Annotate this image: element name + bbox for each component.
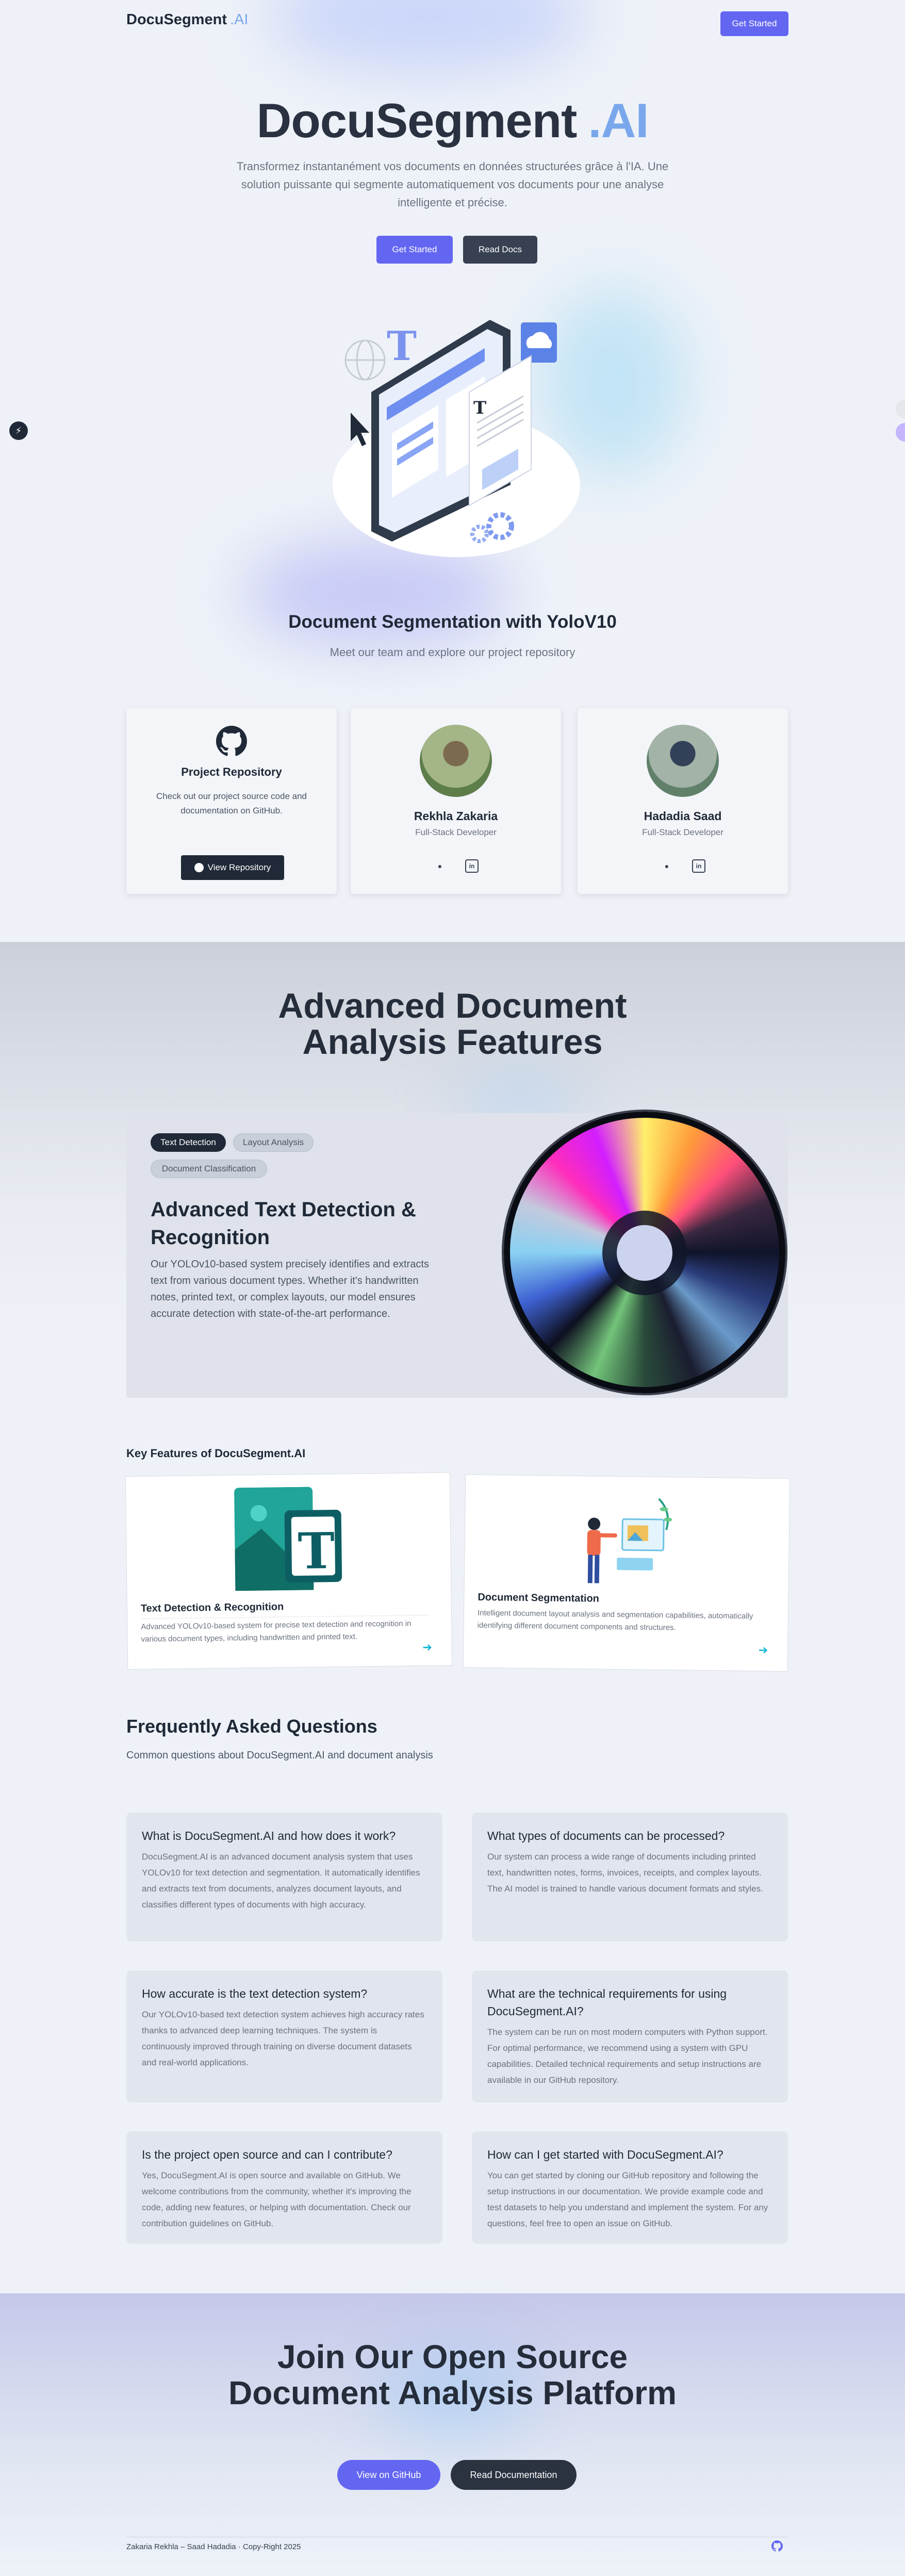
faq-answer: Our YOLOv10-based text detection system … — [142, 2010, 424, 2067]
faq-item[interactable]: What are the technical requirements for … — [472, 1970, 788, 2102]
brand-suffix: .AI — [229, 11, 249, 28]
view-repository-button[interactable]: View Repository — [181, 855, 284, 880]
arrow-right-icon[interactable]: ➔ — [422, 1641, 432, 1654]
side-tab-icon[interactable] — [896, 423, 905, 442]
header-get-started-button[interactable]: Get Started — [720, 11, 788, 36]
member-name: Hadadia Saad — [644, 809, 722, 823]
tab-text-detection[interactable]: Text Detection — [151, 1133, 226, 1152]
key-features-title: Key Features of DocuSegment.AI — [126, 1447, 306, 1460]
faq-item[interactable]: What is DocuSegment.AI and how does it w… — [126, 1813, 442, 1942]
team-member-card: Hadadia Saad Full-Stack Developer ● in — [578, 708, 788, 894]
document-illustration: T T — [333, 320, 580, 557]
brand-name: DocuSegment — [126, 11, 227, 28]
linkedin-icon[interactable]: in — [465, 859, 479, 873]
text-document-icon: T — [234, 1487, 342, 1591]
faq-question: How can I get started with DocuSegment.A… — [487, 2148, 723, 2161]
faq-question: What is DocuSegment.AI and how does it w… — [142, 1829, 396, 1843]
view-repository-label: View Repository — [207, 862, 271, 872]
faq-item[interactable]: How accurate is the text detection syste… — [126, 1970, 442, 2102]
feature-description: Our YOLOv10-based system precisely ident… — [151, 1259, 429, 1319]
faq-subtitle: Common questions about DocuSegment.AI an… — [126, 1750, 433, 1761]
hero-subtitle: Transformez instantanément vos documents… — [236, 160, 669, 209]
key-feature-description: Intelligent document layout analysis and… — [477, 1608, 753, 1633]
repo-card-title: Project Repository — [181, 765, 282, 778]
github-icon — [194, 863, 204, 872]
features-title-line2: Analysis Features — [302, 1022, 603, 1062]
hero-title-suffix: .AI — [588, 93, 649, 148]
features-title: Advanced Document Analysis Features — [0, 988, 905, 1060]
cta-title-line1: Join Our Open Source — [277, 2338, 628, 2375]
view-on-github-button[interactable]: View on GitHub — [337, 2460, 440, 2490]
faq-question: What types of documents can be processed… — [487, 1829, 725, 1843]
side-tab-icon[interactable] — [896, 400, 905, 418]
faq-item[interactable]: How can I get started with DocuSegment.A… — [472, 2131, 788, 2244]
key-feature-title: Text Detection & Recognition — [140, 1601, 284, 1615]
member-name: Rekhla Zakaria — [414, 809, 498, 823]
member-role: Full-Stack Developer — [642, 827, 723, 837]
footer-copyright: Zakaria Rekhla – Saad Hadadia · Copy-Rig… — [126, 2542, 301, 2551]
cta-title: Join Our Open Source Document Analysis P… — [0, 2339, 905, 2411]
team-section-title: Document Segmentation with YoloV10 — [288, 612, 617, 632]
faq-answer: DocuSegment.AI is an advanced document a… — [142, 1852, 420, 1910]
faq-question: Is the project open source and can I con… — [142, 2148, 392, 2161]
key-feature-title: Document Segmentation — [478, 1591, 600, 1605]
repo-card-description: Check out our project source code and do… — [156, 791, 307, 816]
text-t-icon: T — [387, 323, 417, 370]
key-feature-description: Advanced YOLOv10-based system for precis… — [141, 1615, 430, 1646]
tab-document-classification[interactable]: Document Classification — [151, 1160, 267, 1178]
hero-get-started-button[interactable]: Get Started — [376, 236, 453, 264]
faq-answer: Yes, DocuSegment.AI is open source and a… — [142, 2171, 412, 2228]
tab-layout-analysis[interactable]: Layout Analysis — [233, 1133, 314, 1152]
key-feature-card[interactable]: Document Segmentation Intelligent docume… — [463, 1474, 791, 1672]
faq-item[interactable]: Is the project open source and can I con… — [126, 2131, 442, 2244]
member-role: Full-Stack Developer — [415, 827, 497, 837]
side-widget-icon[interactable]: ⚡ — [9, 421, 28, 440]
avatar — [647, 725, 719, 797]
faq-answer: Our system can process a wide range of d… — [487, 1852, 763, 1894]
faq-item[interactable]: What types of documents can be processed… — [472, 1813, 788, 1942]
svg-text:T: T — [298, 1522, 335, 1580]
hero-title-main: DocuSegment — [256, 93, 577, 148]
key-feature-card[interactable]: T Text Detection & Recognition Advanced … — [125, 1472, 453, 1670]
globe-icon — [344, 339, 386, 381]
cta-section — [0, 2293, 905, 2576]
team-member-card: Rekhla Zakaria Full-Stack Developer ● in — [351, 708, 561, 894]
github-icon[interactable] — [771, 2540, 783, 2552]
cta-title-line2: Document Analysis Platform — [228, 2374, 677, 2411]
cloud-upload-icon — [521, 322, 557, 363]
faq-answer: You can get started by cloning our GitHu… — [487, 2171, 768, 2228]
github-icon — [216, 726, 247, 756]
faq-question: What are the technical requirements for … — [487, 1987, 727, 2018]
features-title-line1: Advanced Document — [278, 986, 627, 1025]
social-links: ● in — [351, 859, 561, 873]
brand-logo[interactable]: DocuSegment .AI — [126, 11, 248, 28]
read-documentation-button[interactable]: Read Documentation — [451, 2460, 577, 2490]
svg-text:T: T — [473, 398, 486, 418]
segmentation-illustration — [587, 1498, 672, 1584]
linkedin-icon[interactable]: in — [692, 859, 705, 873]
arrow-right-icon[interactable]: ➔ — [759, 1643, 768, 1657]
top-nav: DocuSegment .AI Get Started — [0, 0, 905, 43]
faq-question: How accurate is the text detection syste… — [142, 1987, 368, 2000]
faq-title: Frequently Asked Questions — [126, 1716, 377, 1737]
feature-image-center — [617, 1225, 672, 1281]
avatar — [420, 725, 492, 797]
github-icon[interactable]: ● — [433, 859, 447, 873]
faq-answer: The system can be run on most modern com… — [487, 2027, 768, 2085]
hero-read-docs-button[interactable]: Read Docs — [463, 236, 537, 264]
hero-title: DocuSegment .AI — [0, 93, 905, 149]
social-links: ● in — [578, 859, 788, 873]
repo-card: Project Repository Check out our project… — [126, 708, 337, 894]
feature-heading: Advanced Text Detection & Recognition — [151, 1198, 416, 1249]
team-section-subtitle: Meet our team and explore our project re… — [330, 646, 575, 659]
github-icon[interactable]: ● — [660, 859, 673, 873]
